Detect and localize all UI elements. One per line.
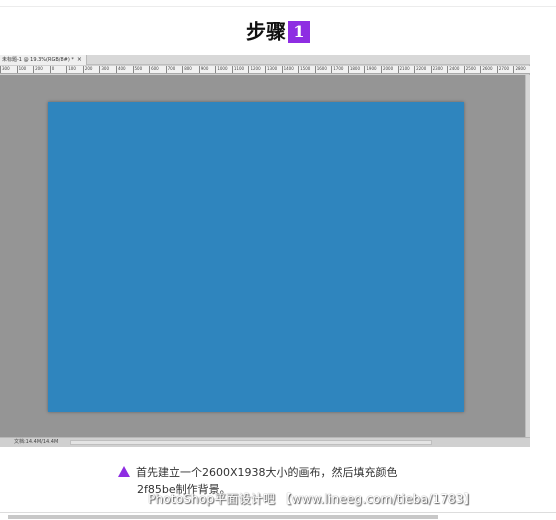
horizontal-ruler: 300 100 200 0 100 200 300 400 500 600 700 800 900 100… [0,66,530,74]
ruler-tick-label: 100 [66,66,76,73]
ruler-tick-label: 1600 [314,66,327,73]
page-scroll-thumb[interactable] [8,515,438,519]
photoshop-document-window: 未标题-1 @ 19.3%(RGB/8#) * × 300 100 200 0 100 20… [0,55,530,447]
ruler-tick-label: 1800 [347,66,360,73]
top-divider [0,6,556,7]
vertical-scrollbar[interactable] [525,75,530,437]
ruler-tick-label: 300 [0,66,10,73]
ruler-tick-label: 1900 [364,66,377,73]
ruler-tick-label: 200 [82,66,92,73]
ruler-tick-label: 2700 [496,66,509,73]
ruler-tick-label: 600 [149,66,159,73]
document-size-status: 文档:14.4M/14.4M [14,439,59,445]
ruler-tick-label: 2000 [380,66,393,73]
ruler-tick-label: 800 [182,66,192,73]
ruler-tick-label: 100 [16,66,26,73]
ruler-tick-label: 1400 [281,66,294,73]
page-bottom-scrollbar [0,512,556,520]
document-tab[interactable]: 未标题-1 @ 19.3%(RGB/8#) * × [0,55,87,65]
ruler-tick-label: 1000 [215,66,228,73]
ruler-tick-label: 1100 [231,66,244,73]
ruler-tick-label: 900 [198,66,208,73]
ruler-tick-label: 1700 [331,66,343,73]
ruler-tick-label: 2300 [430,66,443,73]
ruler-tick-label: 700 [165,66,175,73]
ruler-tick-label: 2100 [397,66,410,73]
ruler-tick-label: 2500 [463,66,476,73]
ruler-tick-label: 2600 [480,66,493,73]
triangle-bullet-icon [118,466,130,477]
ruler-tick-label: 2800 [513,66,526,73]
ruler-tick-label: 2400 [447,66,459,73]
document-tab-label: 未标题-1 @ 19.3%(RGB/8#) * [2,57,74,63]
step-number-badge: 1 [288,20,310,43]
watermark-text: PhotoShop平面设计吧 【www.lineeg.com/tieba/178… [148,492,476,506]
document-canvas[interactable] [48,102,464,412]
ruler-tick-label: 1500 [298,66,310,73]
step-heading: 步骤 1 [0,18,556,45]
ruler-tick-label: 300 [99,66,109,73]
ruler-tick-label: 1200 [248,66,261,73]
ruler-tick-label: 200 [33,66,43,73]
caption-line-1: 首先建立一个2600X1938大小的画布，然后填充颜色 [136,466,398,479]
status-bar: 文档:14.4M/14.4M [0,437,530,447]
document-tab-bar: 未标题-1 @ 19.3%(RGB/8#) * × [0,55,530,65]
ruler-tick-label: 500 [132,66,142,73]
close-icon[interactable]: × [77,56,82,63]
horizontal-scrollbar[interactable] [70,440,432,445]
ruler-tick-label: 0 [49,66,54,73]
ruler-tick-label: 1300 [265,66,277,73]
ruler-tick-label: 400 [115,66,126,73]
ruler-tick-label: 2200 [414,66,426,73]
canvas-workspace [0,75,525,437]
step-word: 步骤 [246,19,286,44]
